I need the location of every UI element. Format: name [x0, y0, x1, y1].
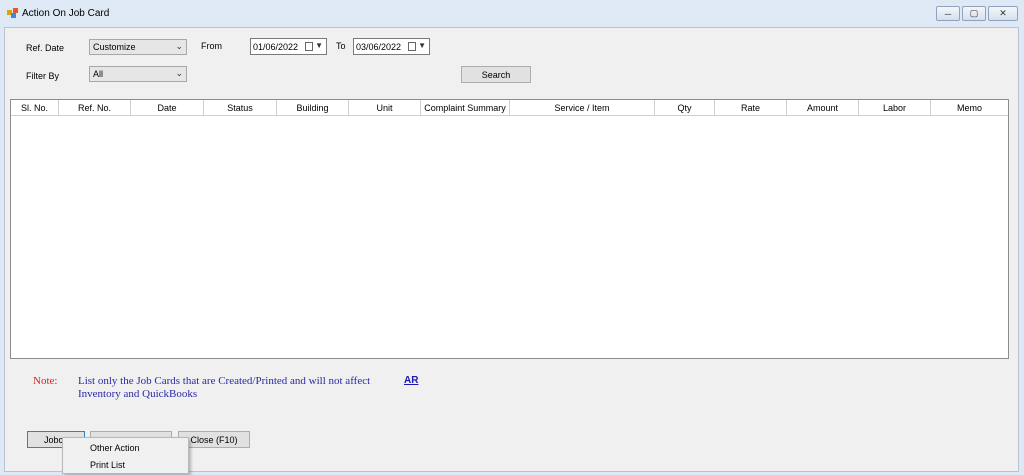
ref-date-label: Ref. Date [26, 43, 65, 53]
from-label: From [201, 41, 222, 51]
context-menu: Other Action Print List [62, 437, 189, 474]
calendar-icon [408, 42, 416, 51]
filter-by-value: All [93, 69, 104, 79]
column-header[interactable]: Amount [787, 100, 859, 116]
chevron-down-icon: ⌄ [175, 68, 183, 78]
chevron-down-icon: ⌄ [175, 41, 183, 51]
column-header[interactable]: Date [131, 100, 204, 116]
column-header[interactable]: Sl. No. [11, 100, 59, 116]
ref-date-value: Customize [93, 42, 136, 52]
filter-by-label: Filter By [26, 71, 60, 81]
column-header[interactable]: Service / Item [510, 100, 655, 116]
to-label: To [336, 41, 346, 51]
column-header[interactable]: Rate [715, 100, 787, 116]
to-date-field[interactable]: 03/06/2022 ▼ [353, 38, 430, 55]
from-date-field[interactable]: 01/06/2022 ▼ [250, 38, 327, 55]
filter-by-select[interactable]: All ⌄ [89, 66, 187, 82]
table-header: Sl. No. Ref. No. Date Status Building Un… [11, 100, 1008, 116]
maximize-icon[interactable]: ▢ [962, 6, 986, 21]
job-card-table[interactable]: Sl. No. Ref. No. Date Status Building Un… [10, 99, 1009, 359]
from-date-value: 01/06/2022 [253, 42, 299, 52]
to-date-value: 03/06/2022 [356, 42, 402, 52]
app-icon [7, 8, 18, 18]
column-header[interactable]: Qty [655, 100, 715, 116]
column-header[interactable]: Labor [859, 100, 931, 116]
column-header[interactable]: Ref. No. [59, 100, 131, 116]
ar-link[interactable]: AR [404, 375, 418, 386]
dropdown-arrow-icon: ▼ [315, 41, 323, 50]
column-header[interactable]: Unit [349, 100, 421, 116]
window-title: Action On Job Card [22, 8, 110, 19]
note-text: List only the Job Cards that are Created… [78, 375, 371, 400]
column-header[interactable]: Building [277, 100, 349, 116]
ref-date-select[interactable]: Customize ⌄ [89, 39, 187, 55]
column-header[interactable]: Complaint Summary [421, 100, 510, 116]
menu-item-print-list[interactable]: Print List [63, 456, 188, 474]
search-button[interactable]: Search [461, 66, 531, 83]
dropdown-arrow-icon: ▼ [418, 41, 426, 50]
column-header[interactable]: Memo [931, 100, 1008, 116]
menu-item-other-action[interactable]: Other Action [63, 439, 188, 457]
title-bar: Action On Job Card ─ ▢ ✕ [0, 0, 1024, 27]
column-header[interactable]: Status [204, 100, 277, 116]
close-icon[interactable]: ✕ [988, 6, 1018, 21]
minimize-icon[interactable]: ─ [936, 6, 960, 21]
note-label: Note: [33, 375, 58, 387]
calendar-icon [305, 42, 313, 51]
